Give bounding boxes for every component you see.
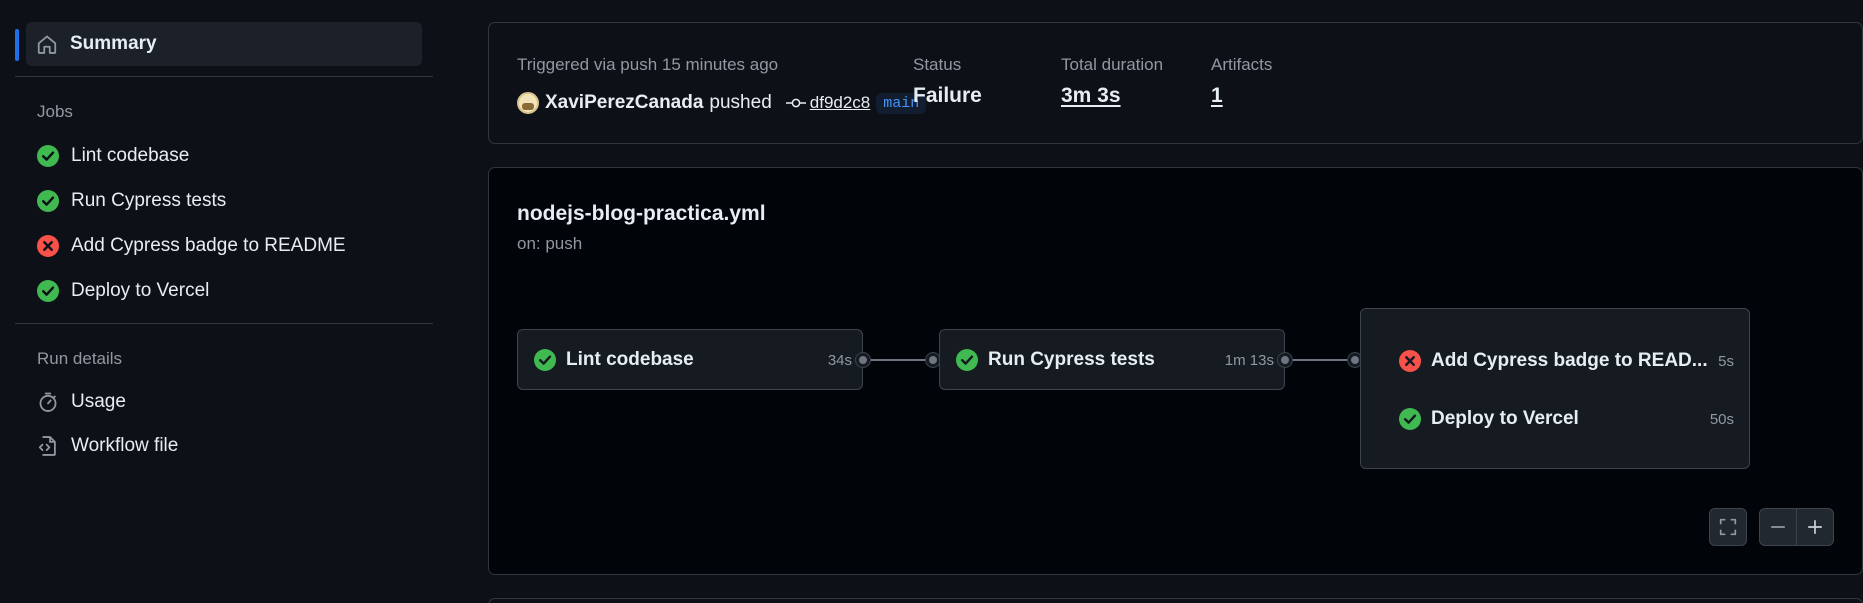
duration-label: Total duration [1061, 55, 1164, 74]
divider [15, 76, 433, 77]
job-duration: 34s [827, 351, 852, 369]
trigger-text: Triggered via push 15 minutes ago [517, 55, 779, 74]
commit-sha-link[interactable]: df9d2c8 [810, 93, 871, 113]
stopwatch-icon [37, 391, 59, 413]
workflow-filename[interactable]: nodejs-blog-practica.yml [517, 202, 766, 226]
push-action: pushed [709, 92, 772, 113]
run-summary-panel: Triggered via push 15 minutes ago XaviPe… [488, 22, 1863, 144]
git-commit-icon [785, 96, 806, 110]
workflow-trigger: on: push [517, 234, 583, 253]
job-row: Run Cypress tests 1m 13s [956, 348, 1282, 372]
sidebar-item-usage[interactable]: Usage [37, 387, 126, 417]
job-label: Add Cypress badge to README [71, 235, 346, 256]
check-circle-icon [37, 190, 59, 212]
job-row-deploy[interactable]: Deploy to Vercel 50s [1399, 407, 1734, 431]
home-icon [36, 33, 58, 55]
status-value: Failure [913, 84, 982, 107]
job-connector [865, 359, 931, 361]
check-circle-icon [1399, 408, 1421, 430]
job-name: Run Cypress tests [988, 349, 1155, 370]
zoom-out-icon [1769, 518, 1787, 536]
job-row-badge[interactable]: Add Cypress badge to READ... 5s [1399, 349, 1734, 373]
active-indicator [15, 29, 19, 61]
job-card-cypress[interactable]: Run Cypress tests 1m 13s [939, 329, 1285, 390]
usage-label: Usage [71, 391, 126, 412]
artifacts-link[interactable]: 1 [1211, 84, 1223, 108]
connector-dot [926, 353, 940, 367]
job-duration: 5s [1718, 352, 1734, 370]
job-row: Lint codebase 34s [534, 348, 860, 372]
next-panel [488, 598, 1863, 603]
fullscreen-button[interactable] [1709, 508, 1747, 546]
job-card-lint[interactable]: Lint codebase 34s [517, 329, 863, 390]
job-connector [1287, 359, 1353, 361]
summary-label: Summary [70, 33, 157, 54]
sidebar-job-deploy[interactable]: Deploy to Vercel [37, 276, 209, 306]
status-label: Status [913, 55, 962, 74]
check-circle-icon [534, 349, 556, 371]
artifacts-label: Artifacts [1211, 55, 1273, 74]
jobs-heading: Jobs [37, 102, 73, 121]
workflow-graph-panel: nodejs-blog-practica.yml on: push Lint c… [488, 167, 1863, 575]
file-code-icon [37, 435, 59, 457]
duration-link[interactable]: 3m 3s [1061, 84, 1121, 108]
job-name: Lint codebase [566, 349, 694, 370]
job-label: Deploy to Vercel [71, 280, 210, 301]
fullscreen-icon [1719, 518, 1737, 536]
run-details-heading: Run details [37, 349, 123, 368]
check-circle-icon [37, 145, 59, 167]
x-circle-icon [1399, 350, 1421, 372]
workflow-file-label: Workflow file [71, 435, 179, 456]
job-label: Run Cypress tests [71, 190, 227, 211]
sidebar: Summary Jobs Lint codebase Run Cypress t… [0, 0, 440, 603]
avatar[interactable] [517, 92, 539, 114]
sidebar-item-summary[interactable]: Summary [26, 22, 422, 66]
actor-link[interactable]: XaviPerezCanada [545, 92, 703, 114]
job-duration: 50s [1709, 410, 1734, 428]
job-group-card: Add Cypress badge to READ... 5s Deploy t… [1360, 308, 1750, 469]
job-label: Lint codebase [71, 145, 190, 166]
zoom-in-button[interactable] [1796, 508, 1834, 546]
job-duration: 1m 13s [1224, 351, 1274, 369]
divider [15, 323, 433, 324]
zoom-in-icon [1806, 518, 1824, 536]
job-name: Deploy to Vercel [1431, 408, 1579, 429]
check-circle-icon [956, 349, 978, 371]
connector-dot [856, 353, 870, 367]
sidebar-item-workflow-file[interactable]: Workflow file [37, 431, 178, 461]
sidebar-job-lint[interactable]: Lint codebase [37, 141, 189, 171]
check-circle-icon [37, 280, 59, 302]
sidebar-job-cypress[interactable]: Run Cypress tests [37, 186, 226, 216]
sidebar-job-badge[interactable]: Add Cypress badge to README [37, 231, 346, 261]
job-name: Add Cypress badge to READ... [1431, 350, 1708, 371]
push-info: XaviPerezCanada pushed df9d2c8 main [517, 88, 927, 118]
x-circle-icon [37, 235, 59, 257]
connector-dot [1278, 353, 1292, 367]
zoom-out-button[interactable] [1759, 508, 1797, 546]
